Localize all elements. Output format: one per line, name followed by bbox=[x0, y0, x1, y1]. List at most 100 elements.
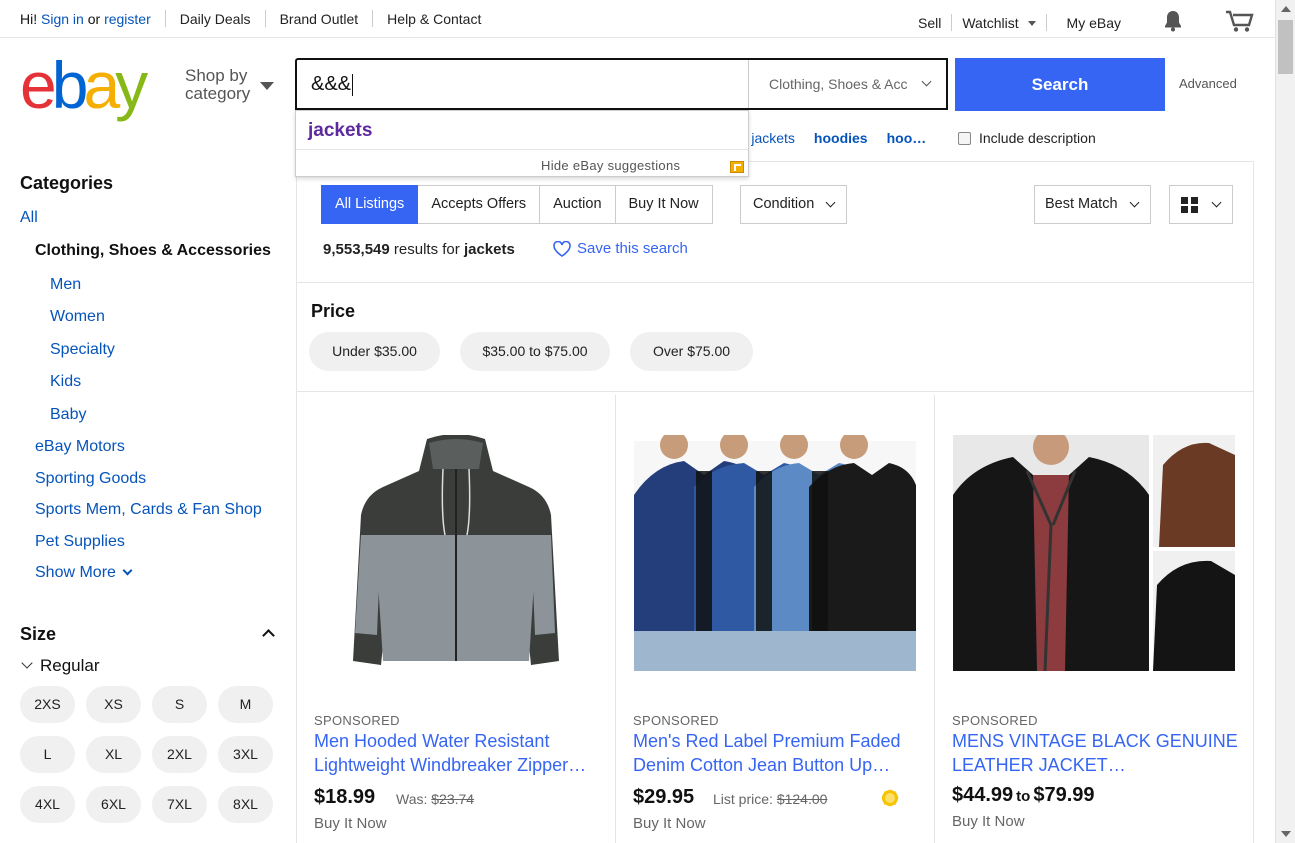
or-text: or bbox=[87, 10, 101, 27]
cart-icon[interactable] bbox=[1225, 9, 1255, 36]
price-chip-35-75[interactable]: $35.00 to $75.00 bbox=[460, 332, 610, 371]
hide-arrow-icon[interactable] bbox=[730, 161, 744, 173]
size-chip[interactable]: S bbox=[152, 686, 207, 723]
category-ebay-motors[interactable]: eBay Motors bbox=[35, 438, 125, 456]
category-select[interactable]: Clothing, Shoes & Acc bbox=[748, 60, 948, 108]
size-chip[interactable]: 6XL bbox=[86, 786, 141, 823]
subcategory-women[interactable]: Women bbox=[50, 308, 105, 326]
subcategory-men[interactable]: Men bbox=[50, 276, 81, 294]
condition-label: Condition bbox=[753, 196, 815, 212]
tab-buy-it-now[interactable]: Buy It Now bbox=[615, 185, 713, 224]
price-chip-under-35[interactable]: Under $35.00 bbox=[309, 332, 440, 371]
listing-format: Buy It Now bbox=[633, 815, 706, 832]
size-chip[interactable]: 2XL bbox=[152, 736, 207, 773]
ebay-logo[interactable]: ebay bbox=[20, 52, 148, 118]
size-chip[interactable]: XS bbox=[86, 686, 141, 723]
size-title: Size bbox=[20, 624, 57, 644]
tab-auction[interactable]: Auction bbox=[540, 185, 616, 224]
size-chip[interactable]: 3XL bbox=[218, 736, 273, 773]
divider bbox=[296, 149, 748, 150]
include-description-option[interactable]: Include description bbox=[958, 130, 1096, 146]
divider bbox=[951, 14, 953, 31]
subcategory-kids[interactable]: Kids bbox=[50, 373, 81, 391]
category-sports-mem[interactable]: Sports Mem, Cards & Fan Shop bbox=[35, 501, 262, 519]
shop-by-category-button[interactable]: Shop by category bbox=[185, 66, 274, 103]
advanced-search-link[interactable]: Advanced bbox=[1179, 76, 1237, 91]
listing-image[interactable] bbox=[953, 429, 1235, 672]
regular-size-toggle[interactable]: Regular bbox=[20, 656, 100, 676]
shop-by-label: Shop by bbox=[185, 66, 248, 85]
category-sporting-goods[interactable]: Sporting Goods bbox=[35, 470, 146, 488]
size-chip[interactable]: L bbox=[20, 736, 75, 773]
register-link[interactable]: register bbox=[104, 11, 151, 27]
divider bbox=[372, 10, 374, 27]
subcategory-specialty[interactable]: Specialty bbox=[50, 341, 115, 359]
result-query: jackets bbox=[463, 241, 515, 258]
watchlist-label: Watchlist bbox=[962, 14, 1019, 31]
page-scrollbar[interactable] bbox=[1275, 0, 1295, 843]
daily-deals-link[interactable]: Daily Deals bbox=[180, 11, 251, 27]
header-left-links: Hi! Sign in or register Daily Deals Bran… bbox=[20, 10, 481, 27]
related-search-item[interactable]: hoodies bbox=[814, 130, 868, 146]
size-chip[interactable]: 8XL bbox=[218, 786, 273, 823]
watchlist-menu[interactable]: Watchlist bbox=[962, 14, 1036, 31]
condition-filter[interactable]: Condition bbox=[740, 185, 848, 224]
tab-accepts-offers[interactable]: Accepts Offers bbox=[418, 185, 541, 224]
listing-card[interactable]: SPONSORED Men Hooded Water Resistant Lig… bbox=[297, 395, 616, 843]
size-chip[interactable]: 2XS bbox=[20, 686, 75, 723]
result-count-number: 9,553,549 bbox=[323, 241, 390, 258]
greeting: Hi! bbox=[20, 10, 38, 27]
chevron-up-icon[interactable] bbox=[262, 629, 275, 642]
sign-in-link[interactable]: Sign in bbox=[41, 11, 84, 27]
listing-card[interactable]: SPONSORED Men's Red Label Premium Faded … bbox=[616, 395, 935, 843]
listing-price-range: $44.99 to $79.99 bbox=[952, 784, 1095, 807]
listing-title[interactable]: Men's Red Label Premium Faded Denim Cott… bbox=[633, 729, 923, 777]
category-pet-supplies[interactable]: Pet Supplies bbox=[35, 533, 125, 551]
size-chip[interactable]: 4XL bbox=[20, 786, 75, 823]
caret-down-icon bbox=[260, 82, 274, 90]
listing-card[interactable]: SPONSORED MENS VINTAGE BLACK GENUINE LEA… bbox=[935, 395, 1254, 843]
search-button[interactable]: Search bbox=[955, 58, 1165, 111]
listing-image[interactable] bbox=[634, 431, 916, 671]
category-select-value: Clothing, Shoes & Acc bbox=[769, 76, 908, 92]
brand-outlet-link[interactable]: Brand Outlet bbox=[280, 11, 359, 27]
autocomplete-dropdown: jackets Hide eBay suggestions bbox=[295, 110, 749, 177]
chevron-down-icon bbox=[1129, 197, 1140, 208]
grid-view-icon bbox=[1181, 197, 1199, 213]
category-selected: Clothing, Shoes & Accessories bbox=[35, 242, 271, 259]
size-chip[interactable]: XL bbox=[86, 736, 141, 773]
listing-title[interactable]: MENS VINTAGE BLACK GENUINE LEATHER JACKE… bbox=[952, 729, 1242, 777]
autocomplete-suggestion[interactable]: jackets bbox=[308, 120, 372, 142]
listing-price: $18.99 bbox=[314, 786, 376, 808]
hide-suggestions-link[interactable]: Hide eBay suggestions bbox=[541, 158, 680, 173]
price-high: $79.99 bbox=[1033, 784, 1095, 806]
header-right-links: Sell Watchlist My eBay bbox=[918, 9, 1255, 36]
listing-format: Buy It Now bbox=[314, 815, 387, 832]
category-all-link[interactable]: All bbox=[20, 209, 38, 227]
scroll-up-arrow-icon[interactable] bbox=[1281, 6, 1291, 12]
category-label: category bbox=[185, 84, 251, 103]
price-low: $44.99 bbox=[952, 784, 1014, 806]
sort-select[interactable]: Best Match bbox=[1034, 185, 1151, 224]
save-search-button[interactable]: Save this search bbox=[553, 240, 688, 257]
related-search-item[interactable]: hoo… bbox=[887, 130, 927, 146]
listing-image[interactable] bbox=[315, 434, 597, 671]
scrollbar-thumb[interactable] bbox=[1278, 20, 1293, 74]
view-toggle[interactable] bbox=[1169, 185, 1233, 224]
size-chip[interactable]: 7XL bbox=[152, 786, 207, 823]
divider bbox=[1045, 14, 1047, 31]
show-more-link[interactable]: Show More bbox=[35, 564, 133, 582]
help-contact-link[interactable]: Help & Contact bbox=[387, 11, 481, 27]
price-chip-over-75[interactable]: Over $75.00 bbox=[630, 332, 753, 371]
my-ebay-link[interactable]: My eBay bbox=[1067, 15, 1121, 31]
include-description-checkbox[interactable] bbox=[958, 131, 971, 145]
scroll-down-arrow-icon[interactable] bbox=[1281, 831, 1291, 837]
categories-title: Categories bbox=[20, 173, 114, 193]
tab-all-listings[interactable]: All Listings bbox=[321, 185, 419, 224]
listing-title[interactable]: Men Hooded Water Resistant Lightweight W… bbox=[314, 729, 604, 777]
search-input[interactable]: &&& Clothing, Shoes & Acc bbox=[295, 58, 948, 110]
subcategory-baby[interactable]: Baby bbox=[50, 406, 86, 424]
size-chip[interactable]: M bbox=[218, 686, 273, 723]
sell-link[interactable]: Sell bbox=[918, 15, 941, 31]
bell-icon[interactable] bbox=[1163, 10, 1183, 35]
